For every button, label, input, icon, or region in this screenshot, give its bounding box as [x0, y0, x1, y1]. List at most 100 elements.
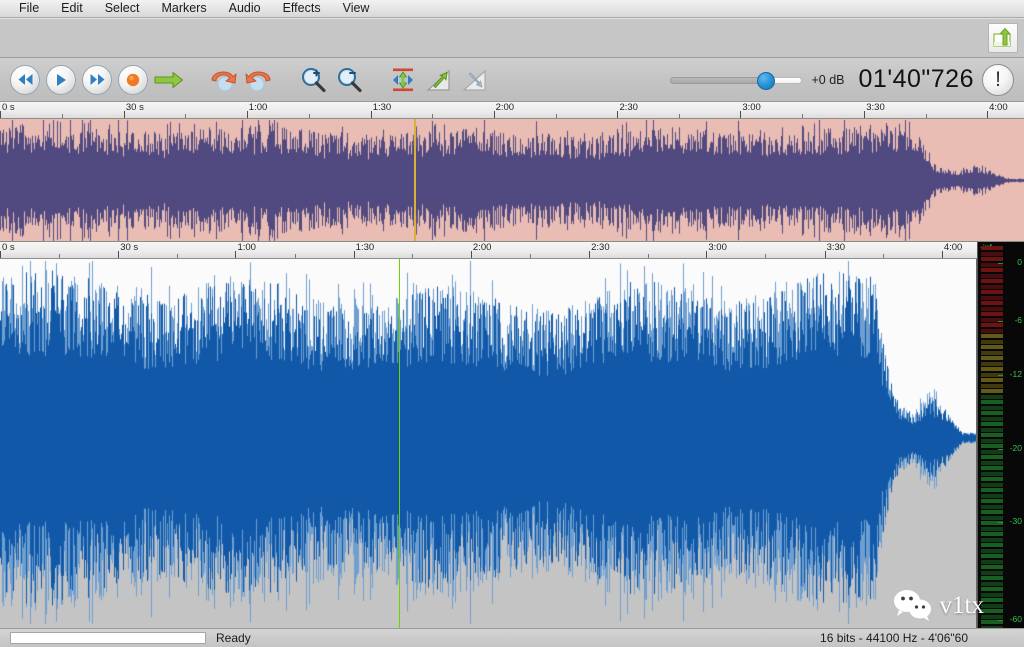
vu-segment — [981, 306, 1003, 311]
overview-cursor[interactable] — [413, 119, 416, 241]
vu-segment — [981, 504, 1003, 509]
vu-segment — [981, 433, 1003, 437]
vu-segment — [981, 548, 1003, 553]
secondary-toolbar — [0, 18, 1024, 58]
record-button[interactable] — [116, 63, 150, 97]
zoom-out-button[interactable] — [332, 63, 366, 97]
ruler-label: 1:30 — [372, 102, 392, 113]
record-icon — [126, 73, 140, 86]
vu-segment — [981, 427, 1003, 432]
play-button[interactable] — [44, 63, 78, 97]
ruler-label: 0 s — [2, 102, 15, 113]
vu-segment — [981, 246, 1003, 250]
volume-slider[interactable] — [669, 71, 802, 90]
ruler-label: 4:00 — [989, 102, 1008, 113]
ruler-label: 3:00 — [708, 242, 727, 253]
rewind-button[interactable] — [8, 63, 42, 97]
rewind-icon — [18, 74, 32, 85]
zoom-fit-vertical-button[interactable] — [386, 63, 420, 97]
menu-bar: File Edit Select Markers Audio Effects V… — [0, 0, 1024, 18]
volume-control: +0 dB — [669, 71, 845, 90]
vu-segment — [981, 290, 1003, 294]
vu-meter: -inf 0-6-12-20-30-60 — [977, 242, 1024, 628]
main-playhead[interactable] — [398, 259, 400, 628]
ruler-tick-minor — [530, 254, 532, 258]
ruler-label: 2:00 — [472, 242, 492, 253]
ruler-tick-minor — [555, 114, 557, 118]
main-waveform-panel[interactable] — [0, 259, 977, 628]
vu-segment — [981, 284, 1003, 289]
volume-slider-knob[interactable] — [756, 71, 775, 90]
menu-item-view[interactable]: View — [332, 0, 381, 17]
ruler-tick-minor — [802, 114, 804, 118]
menu-item-audio[interactable]: Audio — [218, 0, 272, 17]
green-arrow-right-icon — [154, 71, 184, 88]
vu-segment — [981, 383, 1003, 388]
ruler-label: 4:00 — [943, 242, 963, 253]
export-button[interactable] — [988, 23, 1018, 53]
volume-db-label: +0 dB — [811, 72, 845, 87]
ruler-tick-minor — [412, 254, 414, 258]
vu-segment — [981, 581, 1003, 586]
vu-segment — [981, 389, 1003, 393]
vu-segment — [981, 510, 1003, 514]
go-to-end-button[interactable] — [152, 63, 186, 97]
fade-button[interactable] — [458, 63, 492, 97]
ruler-label: 1:00 — [248, 102, 268, 113]
ruler-tick-minor — [925, 114, 927, 118]
main-ruler[interactable]: 0 s 30 s 1:00 1:30 2:00 2:30 3:00 3:30 4:00 — [0, 242, 977, 259]
menu-item-edit[interactable]: Edit — [50, 0, 94, 17]
main-waveform[interactable] — [0, 259, 976, 628]
magnifier-minus-icon — [338, 67, 362, 92]
undo-icon — [211, 71, 237, 91]
ruler-tick-minor — [883, 254, 885, 258]
vu-segment — [981, 251, 1003, 256]
ruler-label: 3:00 — [742, 102, 761, 113]
status-text: Ready — [216, 631, 251, 645]
ruler-label: 0 s — [2, 242, 15, 253]
status-bar: Ready 16 bits - 44100 Hz - 4'06"60 — [0, 628, 1024, 647]
main-toolbar: +0 dB 01'40"726 ! — [0, 58, 1024, 102]
redo-button[interactable] — [242, 63, 276, 97]
vu-scale-label: 0 — [1017, 257, 1022, 268]
vu-segment — [981, 565, 1003, 569]
vu-segment — [981, 598, 1003, 602]
vu-segment — [981, 400, 1003, 404]
zoom-in-button[interactable] — [296, 63, 330, 97]
vu-segment — [981, 488, 1003, 492]
vu-segment — [981, 444, 1003, 448]
ruler-tick-minor — [765, 254, 767, 258]
vu-scale-label: -12 — [1009, 369, 1022, 380]
overview-waveform[interactable] — [0, 119, 1024, 241]
vu-segment — [981, 449, 1003, 454]
vu-segment — [981, 609, 1003, 613]
ruler-label: 3:30 — [866, 102, 885, 113]
fast-forward-button[interactable] — [80, 63, 114, 97]
vu-segment — [981, 455, 1003, 459]
menu-item-markers[interactable]: Markers — [150, 0, 217, 17]
overview-waveform-panel[interactable] — [0, 119, 1024, 242]
transport-controls — [8, 63, 188, 97]
menu-item-file[interactable]: File — [8, 0, 50, 17]
vu-segment — [981, 466, 1003, 470]
vu-scale-label: -20 — [1009, 442, 1022, 453]
vu-segment — [981, 526, 1003, 531]
fade-chart-icon — [462, 69, 486, 91]
info-button[interactable]: ! — [982, 63, 1014, 96]
undo-button[interactable] — [206, 63, 240, 97]
ruler-label: 2:00 — [495, 102, 515, 113]
vu-segment — [981, 416, 1003, 421]
vu-segment — [981, 361, 1003, 366]
waveform-column: 0 s 30 s 1:00 1:30 2:00 2:30 3:00 3:30 4:00 — [0, 242, 977, 628]
vu-segment — [981, 378, 1003, 382]
vu-segment — [981, 532, 1003, 536]
audio-editor-window: File Edit Select Markers Audio Effects V… — [0, 0, 1024, 647]
menu-item-select[interactable]: Select — [94, 0, 151, 17]
vu-scale-tick — [998, 521, 1003, 523]
overview-ruler[interactable]: 0 s 30 s 1:00 1:30 2:00 2:30 3:00 3:30 4:00 — [0, 102, 1024, 119]
menu-item-effects[interactable]: Effects — [272, 0, 332, 17]
vu-scale-label: -6 — [1014, 315, 1022, 326]
amplify-button[interactable] — [422, 63, 456, 97]
vu-segment — [981, 350, 1003, 355]
redo-icon — [245, 71, 271, 91]
